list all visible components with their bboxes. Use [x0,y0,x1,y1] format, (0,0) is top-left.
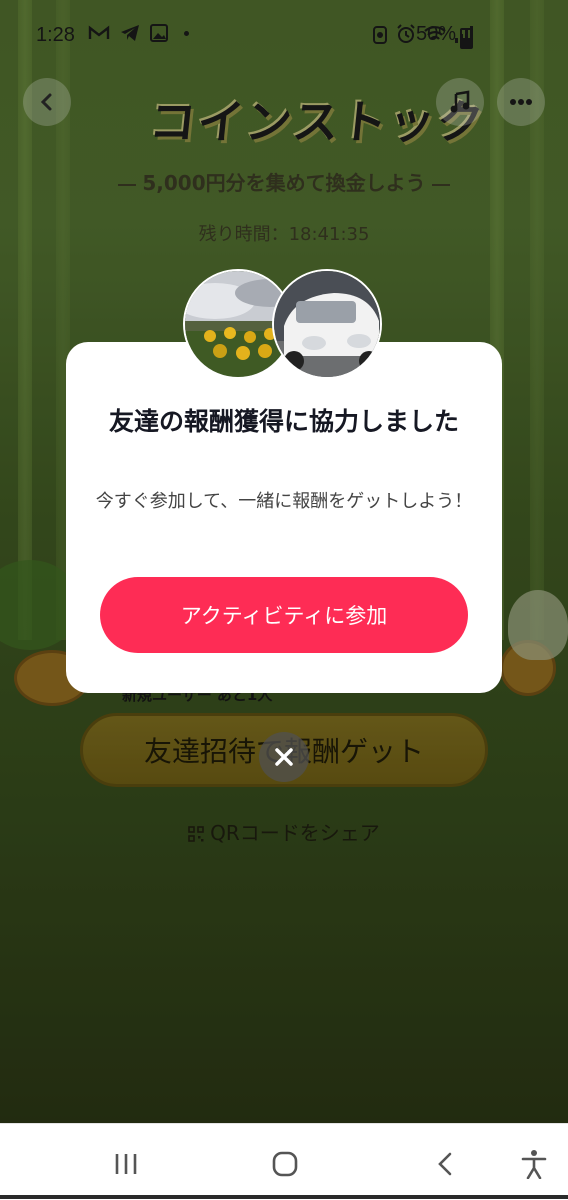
system-nav-bar [0,1123,568,1200]
recent-apps-button[interactable] [96,1144,156,1184]
user-avatar [272,269,382,379]
home-icon [272,1151,298,1177]
close-modal-button[interactable] [259,732,309,782]
join-activity-button[interactable]: アクティビティに参加 [100,577,468,653]
home-button[interactable] [255,1144,315,1184]
close-icon [275,748,293,766]
system-back-icon [438,1152,452,1176]
modal-description: 今すぐ参加して、一緒に報酬をゲットしよう！ [95,491,473,512]
join-activity-label: アクティビティに参加 [180,604,388,628]
recent-apps-icon [115,1154,137,1174]
bottom-edge [0,1195,568,1199]
modal-title: 友達の報酬獲得に協力しました [108,407,459,436]
accessibility-icon [521,1150,547,1179]
reward-modal: 友達の報酬獲得に協力しました 今すぐ参加して、一緒に報酬をゲットしよう！ アクテ… [66,342,502,693]
system-back-button[interactable] [415,1144,475,1184]
accessibility-button[interactable] [504,1144,564,1184]
